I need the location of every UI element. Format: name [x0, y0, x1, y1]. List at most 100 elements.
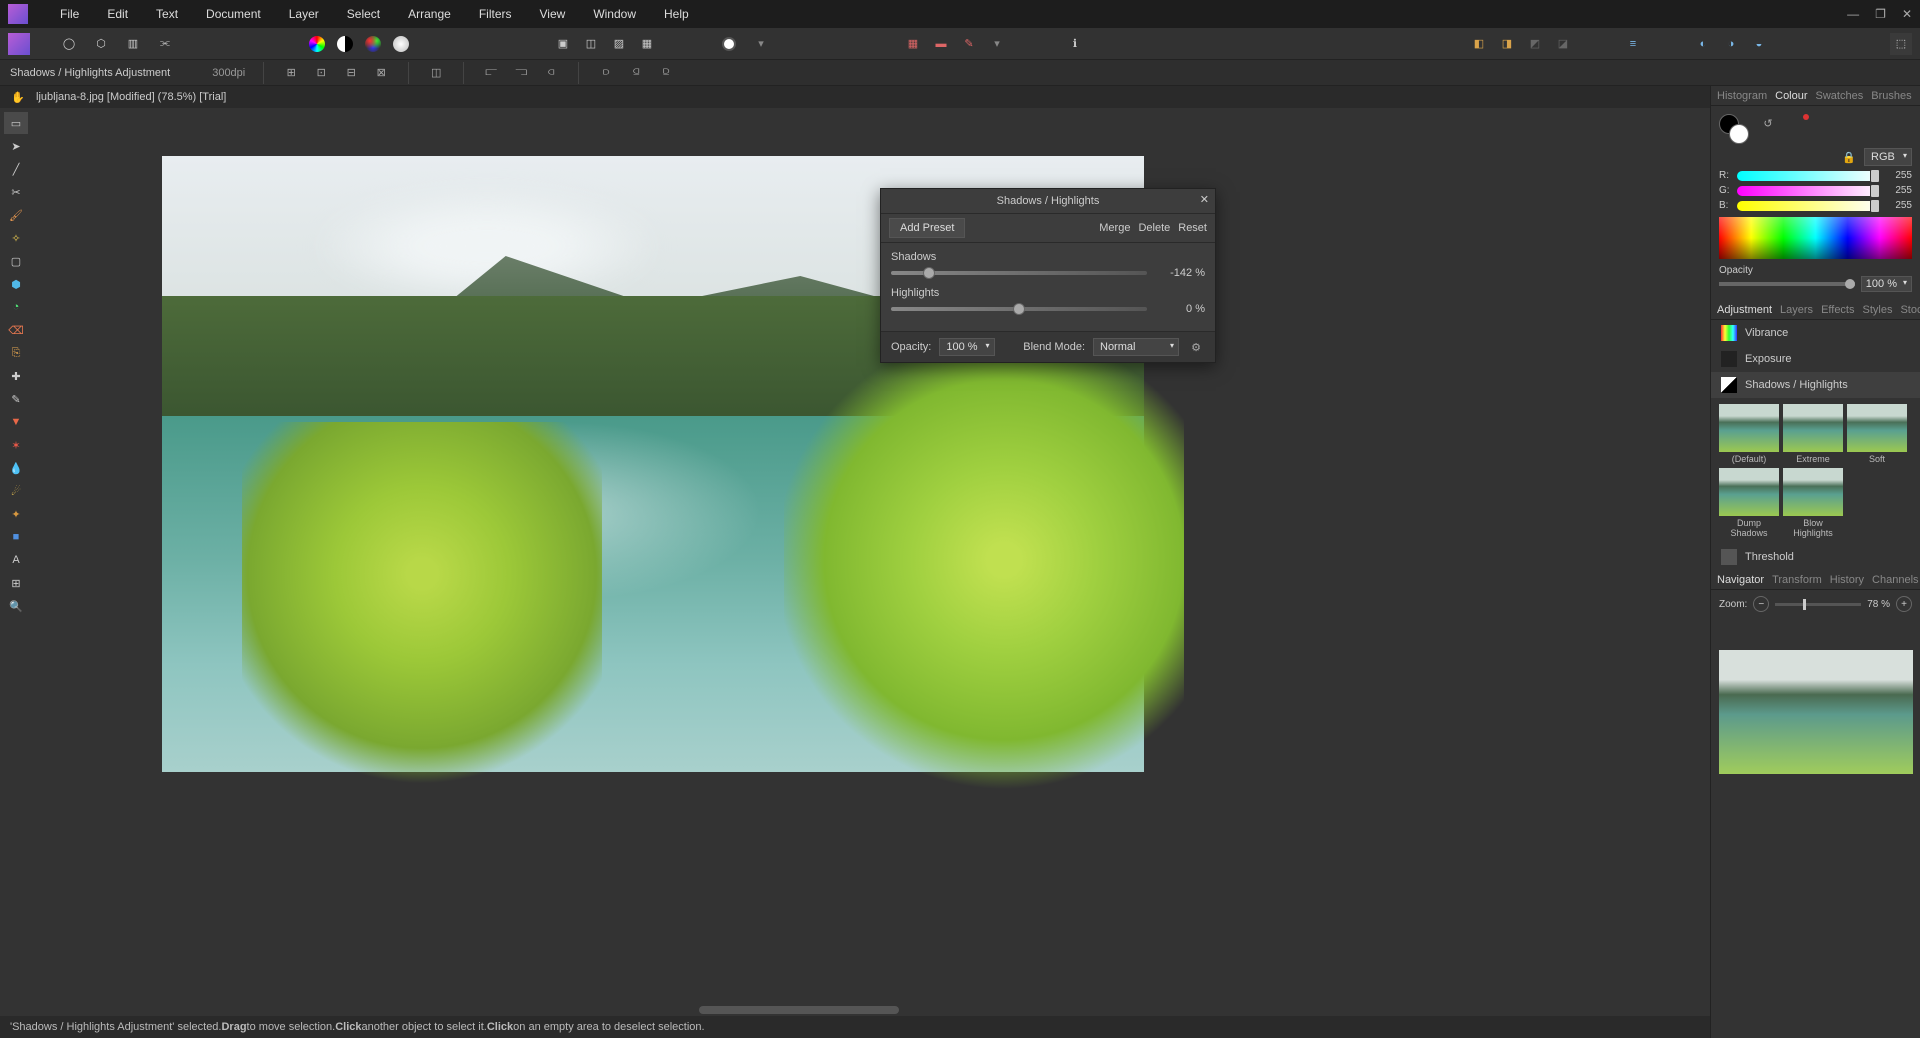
document-tab[interactable]: ljubljana-8.jpg [Modified] (78.5%) [Tria…	[36, 91, 226, 103]
align-top-icon[interactable]: ⫐	[597, 64, 615, 82]
recent-colour-dot[interactable]	[1803, 114, 1809, 120]
arrange-4-icon[interactable]: ◪	[1552, 33, 1574, 55]
swap-colours-icon[interactable]: ↺	[1759, 114, 1777, 132]
eraser-tool[interactable]: ⌫	[4, 319, 28, 341]
preset-extreme[interactable]: Extreme	[1783, 404, 1843, 464]
tab-layers[interactable]: Layers	[1780, 304, 1813, 316]
menu-arrange[interactable]: Arrange	[394, 1, 465, 27]
tab-stock[interactable]: Stock	[1900, 304, 1920, 316]
pointer-tool[interactable]: ➤	[4, 135, 28, 157]
align-bottom-icon[interactable]: ⫒	[657, 64, 675, 82]
colour-opacity-value[interactable]: 100 %	[1861, 276, 1912, 292]
menu-text[interactable]: Text	[142, 1, 192, 27]
colour-wheel-icon[interactable]	[306, 33, 328, 55]
snap-1-icon[interactable]: ◐	[1692, 33, 1714, 55]
zoom-tool[interactable]: 🔍	[4, 595, 28, 617]
levels-icon[interactable]: ▥	[122, 33, 144, 55]
marquee-tool[interactable]: ▢	[4, 250, 28, 272]
flood-tool[interactable]: ⬢	[4, 273, 28, 295]
threshold-item[interactable]: Threshold	[1711, 544, 1920, 570]
dialog-titlebar[interactable]: Shadows / Highlights ✕	[881, 189, 1215, 213]
quick-mask-icon[interactable]: ▦	[636, 33, 658, 55]
tab-brushes[interactable]: Brushes	[1871, 90, 1911, 102]
menu-window[interactable]: Window	[579, 1, 650, 27]
account-icon[interactable]: ⬚	[1890, 33, 1912, 55]
dialog-close-button[interactable]: ✕	[1200, 193, 1209, 206]
burn-tool[interactable]: ▼	[4, 411, 28, 433]
maximize-button[interactable]: ❐	[1875, 7, 1886, 21]
opacity-dropdown[interactable]: 100 %	[939, 338, 994, 356]
adjustment-shadows-highlights[interactable]: Shadows / Highlights	[1711, 372, 1920, 398]
preset-dump-shadows[interactable]: Dump Shadows	[1719, 468, 1779, 538]
layer-mask-icon[interactable]	[718, 33, 740, 55]
r-value[interactable]: 255	[1886, 170, 1912, 181]
tab-histogram[interactable]: Histogram	[1717, 90, 1767, 102]
snap-2-icon[interactable]: ◑	[1720, 33, 1742, 55]
crop-tool[interactable]: ✂	[4, 181, 28, 203]
adjustment-vibrance[interactable]: Vibrance	[1711, 320, 1920, 346]
shadows-slider[interactable]	[891, 271, 1147, 275]
mesh-tool[interactable]: ⊞	[4, 572, 28, 594]
gear-icon[interactable]: ⚙	[1187, 338, 1205, 356]
ctx-icon-4[interactable]: ⊠	[372, 64, 390, 82]
gradient-tool[interactable]: ◔	[4, 296, 28, 318]
menu-edit[interactable]: Edit	[93, 1, 142, 27]
ctx-icon-3[interactable]: ⊟	[342, 64, 360, 82]
soft-circle-icon[interactable]	[390, 33, 412, 55]
share-icon[interactable]: ⫘	[154, 33, 176, 55]
g-value[interactable]: 255	[1886, 185, 1912, 196]
delete-button[interactable]: Delete	[1138, 222, 1170, 234]
move-tool[interactable]: ▭	[4, 112, 28, 134]
r-slider[interactable]	[1737, 171, 1880, 181]
pen-tool[interactable]: ✎	[4, 388, 28, 410]
navigator-thumbnail[interactable]	[1719, 650, 1913, 774]
grid-icon[interactable]: ▦	[902, 33, 924, 55]
blend-mode-dropdown[interactable]: Normal	[1093, 338, 1179, 356]
b-value[interactable]: 255	[1886, 200, 1912, 211]
lock-icon[interactable]: 🔒	[1840, 148, 1858, 166]
reset-button[interactable]: Reset	[1178, 222, 1207, 234]
align-right-icon[interactable]: ⫏	[542, 64, 560, 82]
marquee-icon[interactable]: ▣	[552, 33, 574, 55]
tab-channels[interactable]: Channels	[1872, 574, 1918, 586]
tab-effects[interactable]: Effects	[1821, 304, 1854, 316]
close-button[interactable]: ✕	[1902, 7, 1912, 21]
align-center-icon[interactable]: ⫎	[512, 64, 530, 82]
smudge-tool[interactable]: ☄	[4, 480, 28, 502]
colour-opacity-slider[interactable]	[1719, 282, 1855, 286]
preset-blow-highlights[interactable]: Blow Highlights	[1783, 468, 1843, 538]
snap-3-icon[interactable]: ◒	[1748, 33, 1770, 55]
menu-file[interactable]: File	[46, 1, 93, 27]
colour-swatches[interactable]	[1719, 114, 1749, 144]
blur-tool[interactable]: 💧	[4, 457, 28, 479]
rgb-circle-icon[interactable]	[362, 33, 384, 55]
minimize-button[interactable]: —	[1847, 7, 1859, 21]
wand-icon[interactable]: ✎	[958, 33, 980, 55]
paint-tool[interactable]: 🖌	[4, 204, 28, 226]
zoom-slider[interactable]	[1775, 603, 1861, 606]
merge-button[interactable]: Merge	[1099, 222, 1130, 234]
highlights-thumb[interactable]	[1013, 303, 1025, 315]
dropdown-icon[interactable]: ▾	[986, 33, 1008, 55]
canvas-area[interactable]	[32, 108, 1710, 1008]
menu-document[interactable]: Document	[192, 1, 275, 27]
hand-tool-icon[interactable]: ✋	[10, 86, 26, 108]
clone-tool[interactable]: ⎘	[4, 342, 28, 364]
menu-select[interactable]: Select	[333, 1, 394, 27]
tab-styles[interactable]: Styles	[1863, 304, 1893, 316]
picker-icon[interactable]	[1781, 114, 1799, 132]
dodge-tool[interactable]: ✦	[4, 503, 28, 525]
horizontal-scrollbar[interactable]	[32, 1004, 1700, 1016]
cube-icon[interactable]: ⬡	[90, 33, 112, 55]
g-slider[interactable]	[1737, 186, 1880, 196]
tab-swatches[interactable]: Swatches	[1816, 90, 1864, 102]
add-preset-button[interactable]: Add Preset	[889, 218, 965, 238]
tab-history[interactable]: History	[1830, 574, 1864, 586]
menu-view[interactable]: View	[526, 1, 580, 27]
menu-help[interactable]: Help	[650, 1, 703, 27]
preset--default-[interactable]: (Default)	[1719, 404, 1779, 464]
ctx-icon-2[interactable]: ⊡	[312, 64, 330, 82]
shadows-thumb[interactable]	[923, 267, 935, 279]
menu-layer[interactable]: Layer	[275, 1, 333, 27]
text-tool[interactable]: A	[4, 549, 28, 571]
